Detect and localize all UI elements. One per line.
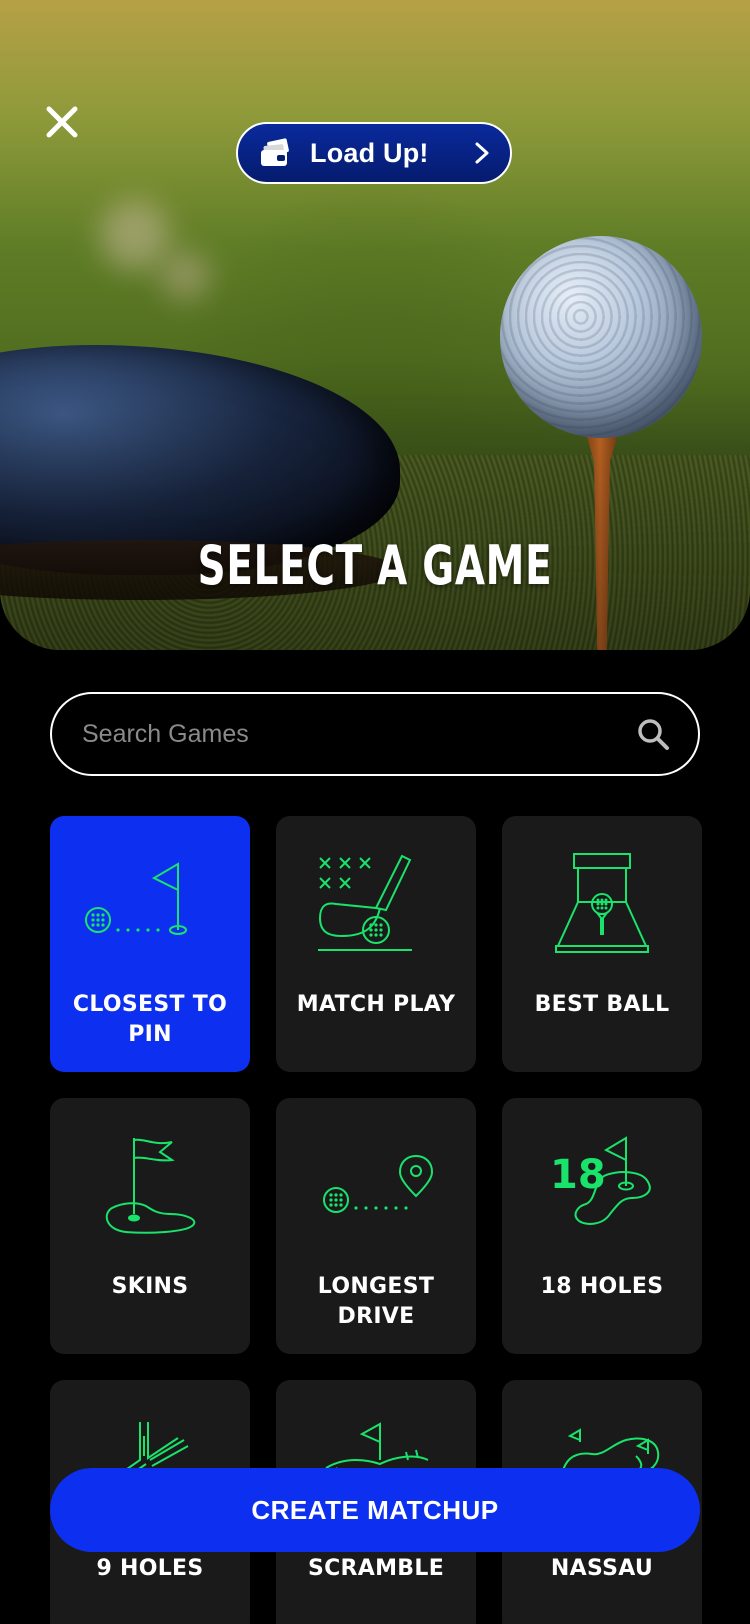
game-card-label: CLOSEST TO PIN xyxy=(72,992,228,1047)
game-card-best-ball[interactable]: BEST BALL xyxy=(502,816,702,1072)
game-card-18-holes[interactable]: 18 18 HOLES xyxy=(502,1098,702,1354)
eighteen-holes-icon: 18 xyxy=(550,1136,651,1225)
search-icon[interactable] xyxy=(636,717,670,751)
close-button[interactable] xyxy=(38,98,86,146)
close-icon xyxy=(46,106,78,138)
club-and-ball-icon xyxy=(318,854,412,951)
game-card-label: MATCH PLAY xyxy=(296,992,456,1017)
game-card-longest-drive[interactable]: LONGEST DRIVE xyxy=(276,1098,476,1354)
game-card-label: BEST BALL xyxy=(534,992,670,1017)
ball-to-pin-marker-icon xyxy=(323,1154,434,1213)
game-card-label: LONGEST DRIVE xyxy=(317,1274,435,1329)
chevron-right-icon xyxy=(475,142,489,164)
page-title: SELECT A GAME xyxy=(197,534,553,597)
game-card-label: NASSAU xyxy=(550,1556,654,1581)
game-card-skins[interactable]: SKINS xyxy=(50,1098,250,1354)
game-card-label: 9 HOLES xyxy=(96,1556,204,1581)
ball-on-tee-frame-icon xyxy=(555,853,649,953)
search-input[interactable] xyxy=(82,719,636,749)
flag-on-green-icon xyxy=(105,1138,196,1234)
create-matchup-button[interactable]: CREATE MATCHUP xyxy=(50,1468,700,1552)
game-card-label: SKINS xyxy=(111,1274,189,1299)
game-card-closest-to-pin[interactable]: CLOSEST TO PIN xyxy=(50,816,250,1072)
load-up-label: Load Up! xyxy=(310,137,429,168)
game-card-label: SCRAMBLE xyxy=(307,1556,445,1581)
search-bar[interactable] xyxy=(50,692,700,776)
load-up-button[interactable]: Load Up! xyxy=(236,122,512,184)
ball-to-flag-icon xyxy=(85,862,187,935)
game-card-match-play[interactable]: MATCH PLAY xyxy=(276,816,476,1072)
svg-text:18: 18 xyxy=(550,1152,606,1198)
game-card-label: 18 HOLES xyxy=(540,1274,664,1299)
wallet-card-icon xyxy=(261,138,289,166)
